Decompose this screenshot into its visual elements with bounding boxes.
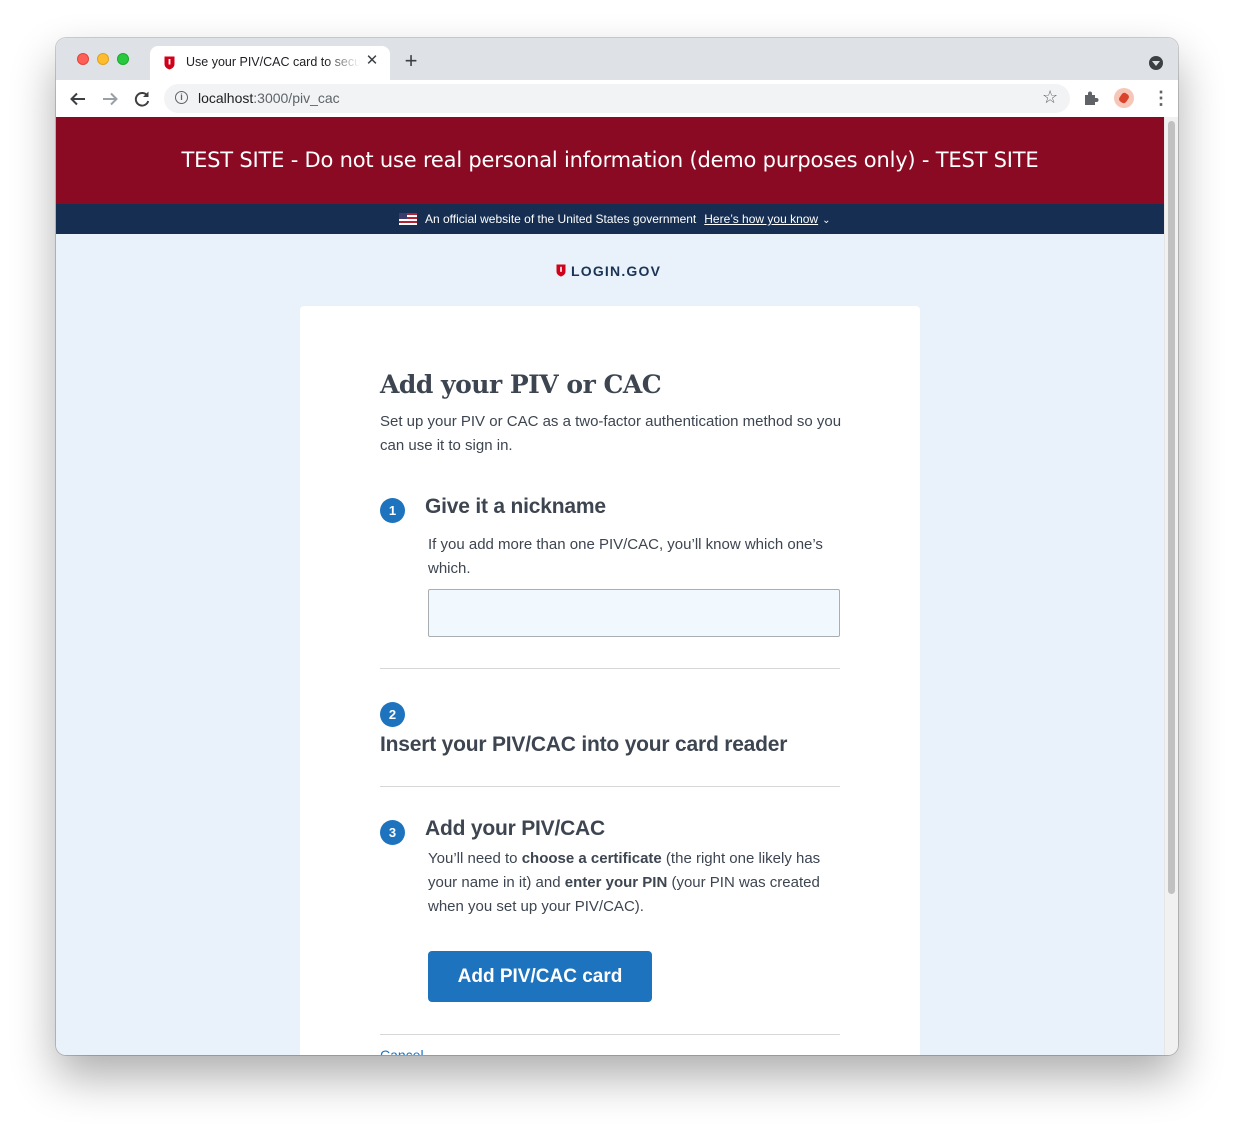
heres-how-you-know-link[interactable]: Here’s how you know (704, 212, 818, 226)
gov-banner: An official website of the United States… (56, 204, 1164, 234)
step-1-badge: 1 (380, 498, 405, 523)
extensions-puzzle-icon[interactable] (1082, 89, 1100, 107)
us-flag-icon (399, 213, 417, 225)
step-3-text: You’ll need to choose a certificate (the… (428, 847, 840, 919)
login-gov-shield-icon (556, 264, 566, 277)
step-2-badge: 2 (380, 702, 405, 727)
gov-banner-text: An official website of the United States… (425, 212, 697, 226)
browser-window: Use your PIV/CAC card to secure your acc… (56, 38, 1178, 1055)
tab-search-icon[interactable] (1149, 56, 1163, 70)
chevron-down-icon[interactable]: ⌄ (822, 215, 830, 226)
login-gov-logo[interactable]: LOGIN.GOV (556, 263, 661, 279)
tab-title: Use your PIV/CAC card to secure your acc… (186, 55, 360, 69)
step-1-text: If you add more than one PIV/CAC, you’ll… (428, 536, 823, 577)
divider (380, 668, 840, 669)
enter-pin-emphasis: enter your PIN (564, 874, 668, 891)
vertical-scrollbar[interactable] (1164, 117, 1178, 1055)
test-site-banner: TEST SITE - Do not use real personal inf… (56, 117, 1164, 204)
step-3-text-part: You’ll need to (428, 850, 522, 867)
tab-close-icon[interactable]: ✕ (364, 53, 380, 69)
tab-strip: Use your PIV/CAC card to secure your acc… (56, 38, 1178, 80)
choose-certificate-emphasis: choose a certificate (521, 850, 662, 867)
back-arrow-icon[interactable] (65, 86, 91, 112)
divider (380, 786, 840, 787)
step-3-heading: Add your PIV/CAC (425, 817, 605, 840)
main-card: Add your PIV or CAC Set up your PIV or C… (300, 306, 920, 1055)
zoom-window-button[interactable] (117, 53, 129, 65)
gov-banner-content: An official website of the United States… (399, 212, 831, 226)
step-1-heading: Give it a nickname (425, 495, 606, 518)
site-info-icon[interactable]: i (175, 91, 188, 104)
nickname-input[interactable] (428, 589, 840, 637)
profile-avatar-icon[interactable] (1114, 88, 1134, 108)
scrollbar-thumb[interactable] (1168, 121, 1175, 894)
active-tab[interactable]: Use your PIV/CAC card to secure your acc… (150, 46, 390, 80)
logo-text: LOGIN.GOV (571, 263, 662, 279)
address-bar[interactable]: i localhost:3000/piv_cac ☆ (164, 84, 1070, 113)
divider (380, 1034, 840, 1035)
cancel-link[interactable]: Cancel (380, 1047, 424, 1055)
url-path: :3000/piv_cac (253, 90, 340, 106)
login-gov-shield-icon (164, 56, 175, 70)
bookmark-star-icon[interactable]: ☆ (1042, 87, 1058, 108)
close-window-button[interactable] (77, 53, 89, 65)
minimize-window-button[interactable] (97, 53, 109, 65)
step-3-badge: 3 (380, 820, 405, 845)
intro-text: Set up your PIV or CAC as a two-factor a… (380, 413, 842, 454)
browser-menu-icon[interactable]: ⋮ (1152, 88, 1170, 108)
browser-toolbar: i localhost:3000/piv_cac ☆ ⋮ (56, 80, 1178, 118)
add-piv-cac-button[interactable]: Add PIV/CAC card (428, 951, 652, 1002)
url-host: localhost (198, 90, 254, 106)
page-title: Add your PIV or CAC (380, 370, 662, 399)
url-text[interactable]: localhost:3000/piv_cac (198, 90, 340, 106)
page-viewport: TEST SITE - Do not use real personal inf… (56, 117, 1164, 1055)
forward-arrow-icon[interactable] (97, 86, 123, 112)
new-tab-button[interactable]: + (400, 50, 422, 73)
step-2-heading: Insert your PIV/CAC into your card reade… (380, 733, 788, 756)
reload-icon[interactable] (129, 86, 155, 112)
